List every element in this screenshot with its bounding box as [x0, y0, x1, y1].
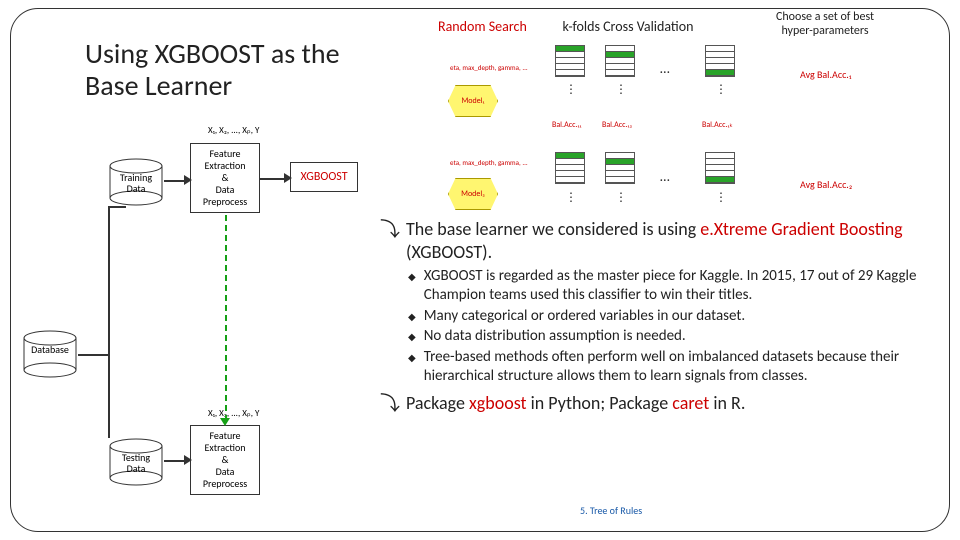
label-kfolds: k-folds Cross Validation [548, 18, 708, 35]
params-label-1: eta, max_depth, gamma, ... [450, 63, 528, 72]
vars-label-2: X₁, X₂, ..., Xₚ, Y [208, 408, 259, 419]
vdots-icon: ⋮ [615, 190, 629, 205]
label-random-search: Random Search [438, 18, 527, 35]
arrow [108, 354, 110, 438]
arrow [108, 206, 110, 354]
bullet-icon: ⤵ [380, 392, 400, 417]
arrowhead-icon [184, 455, 192, 465]
cylinder-training: Training Data [108, 158, 164, 206]
arrowhead-icon [220, 418, 230, 426]
hex-model-2: Model₂ [448, 178, 498, 210]
avg-acc-1: Avg Bal.Acc.₁ [800, 68, 860, 81]
params-label-2: eta, max_depth, gamma, ... [450, 158, 528, 167]
arrow [164, 460, 186, 462]
bal-acc-label: Bal.Acc.₁ₖ [702, 120, 733, 130]
body-text: ⤵ The base learner we considered is usin… [380, 218, 942, 421]
vdots-icon: ⋮ [565, 190, 579, 205]
feature-extraction-box-2: Feature Extraction & Data Preprocess [190, 425, 260, 495]
cylinder-testing: Testing Data [108, 438, 164, 486]
feature-extraction-box-1: Feature Extraction & Data Preprocess [190, 143, 260, 213]
arrowhead-icon [184, 175, 192, 185]
avg-acc-2: Avg Bal.Acc.₂ [800, 178, 860, 191]
fold-box [705, 45, 735, 77]
training-label: Training Data [108, 172, 164, 194]
bal-acc-label: Bal.Acc.₁₁ [552, 120, 581, 130]
fold-box [605, 45, 635, 77]
vdots-icon: ⋮ [715, 82, 729, 97]
fold-box [705, 152, 735, 184]
hdots-icon: … [660, 168, 673, 185]
fold-box [605, 152, 635, 184]
hex-model-1: Model₁ [448, 85, 498, 117]
hdots-icon: … [660, 60, 673, 77]
arrow [78, 354, 108, 356]
arrowhead-icon [284, 173, 292, 183]
label-choose-best: Choose a set of best hyper-parameters [760, 10, 890, 39]
vdots-icon: ⋮ [615, 82, 629, 97]
db-label: Database [22, 344, 78, 355]
diamond-icon: ◆ [408, 271, 416, 305]
arrow [108, 206, 126, 208]
vars-label-1: X₁, X₂, ..., Xₚ, Y [208, 125, 259, 136]
bullet-icon: ⤵ [380, 218, 400, 263]
bal-acc-label: Bal.Acc.₁₂ [602, 120, 632, 130]
xgboost-box: XGBOOST [290, 162, 358, 192]
arrow [260, 178, 286, 180]
diamond-icon: ◆ [408, 352, 416, 386]
diamond-icon: ◆ [408, 331, 416, 346]
vdots-icon: ⋮ [715, 190, 729, 205]
vdots-icon: ⋮ [565, 82, 579, 97]
cylinder-database: Database [22, 330, 78, 378]
diamond-icon: ◆ [408, 311, 416, 326]
dashed-arrow [225, 215, 227, 421]
slide-title: Using XGBOOST as the Base Learner [85, 38, 385, 102]
arrow [164, 180, 186, 182]
fold-box [555, 45, 585, 77]
testing-label: Testing Data [108, 452, 164, 474]
fold-box [555, 152, 585, 184]
peek-tree-rules: 5. Tree of Rules [580, 504, 642, 517]
